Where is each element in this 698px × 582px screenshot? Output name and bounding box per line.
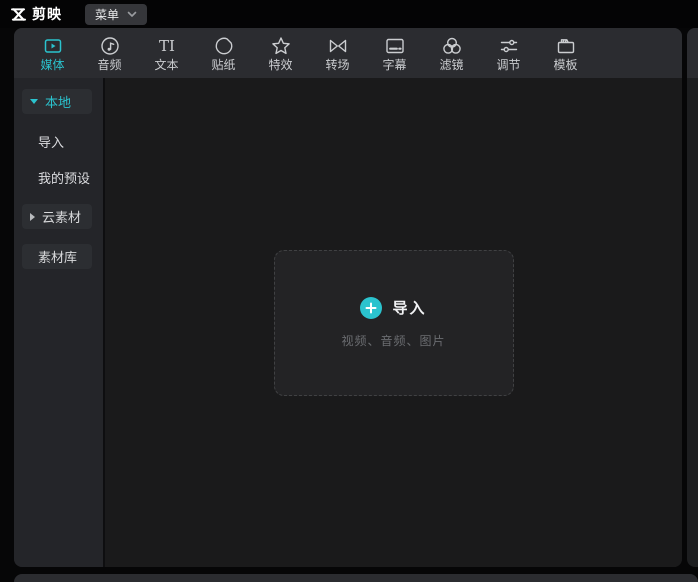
sidebar-item-label: 我的预设 [38,168,90,187]
subtitle-icon [384,35,406,57]
transition-icon [327,35,349,57]
tab-effects[interactable]: 特效 [252,28,309,78]
panel-body: 本地 导入 我的预设 云素材 素材库 导入 [14,78,682,567]
sidebar-item-local[interactable]: 本地 [22,89,92,114]
filter-icon [441,35,463,57]
sidebar-item-import[interactable]: 导入 [38,130,103,152]
caret-down-icon [30,99,38,104]
media-content-area: 导入 视频、音频、图片 [105,78,682,567]
titlebar: 剪映 菜单 [0,0,698,28]
tab-text[interactable]: TI 文本 [138,28,195,78]
tab-filter[interactable]: 滤镜 [423,28,480,78]
tabbar: 媒体 音频 TI 文本 贴纸 特效 [14,28,682,78]
import-hint: 视频、音频、图片 [341,332,445,349]
import-button[interactable]: 导入 [360,297,426,319]
tab-media[interactable]: 媒体 [24,28,81,78]
text-icon: TI [156,35,178,57]
caret-right-icon [30,213,35,221]
sidebar-item-material-library[interactable]: 素材库 [22,244,92,269]
sidebar-item-label: 云素材 [42,207,81,226]
timeline-panel-edge [14,574,698,582]
tab-label: 字幕 [382,59,406,72]
tab-label: 模板 [553,59,577,72]
chevron-down-icon [127,11,137,18]
sticker-icon [213,35,235,57]
tab-template[interactable]: 模板 [537,28,594,78]
tab-label: 贴纸 [211,59,235,72]
svg-text:TI: TI [159,37,175,55]
sidebar-item-my-presets[interactable]: 我的预设 [38,166,103,188]
plus-icon[interactable] [360,297,382,319]
tab-label: 特效 [268,59,292,72]
tab-label: 文本 [154,59,178,72]
audio-icon [99,35,121,57]
tab-subtitle[interactable]: 字幕 [366,28,423,78]
tab-label: 音频 [97,59,121,72]
import-dropzone[interactable]: 导入 视频、音频、图片 [274,250,514,396]
tab-transition[interactable]: 转场 [309,28,366,78]
menu-button[interactable]: 菜单 [85,4,147,25]
tab-audio[interactable]: 音频 [81,28,138,78]
tab-adjust[interactable]: 调节 [480,28,537,78]
media-icon [42,35,64,57]
tab-label: 转场 [325,59,349,72]
sidebar-item-cloud-materials[interactable]: 云素材 [22,204,92,229]
sidebar: 本地 导入 我的预设 云素材 素材库 [14,78,105,567]
import-button-label: 导入 [392,297,426,318]
menu-button-label: 菜单 [95,6,119,23]
capcut-logo [9,5,28,24]
app-name: 剪映 [32,4,62,24]
media-panel: 媒体 音频 TI 文本 贴纸 特效 [14,28,682,567]
tab-label: 媒体 [40,59,64,72]
sidebar-item-label: 导入 [38,132,64,151]
player-panel-header-edge [687,28,698,78]
tab-label: 调节 [496,59,520,72]
sidebar-item-label: 素材库 [38,247,77,266]
template-icon [555,35,577,57]
tab-label: 滤镜 [439,59,463,72]
effects-icon [270,35,292,57]
adjust-icon [498,35,520,57]
player-panel-edge [687,28,698,567]
tab-sticker[interactable]: 贴纸 [195,28,252,78]
sidebar-item-label: 本地 [45,92,71,111]
